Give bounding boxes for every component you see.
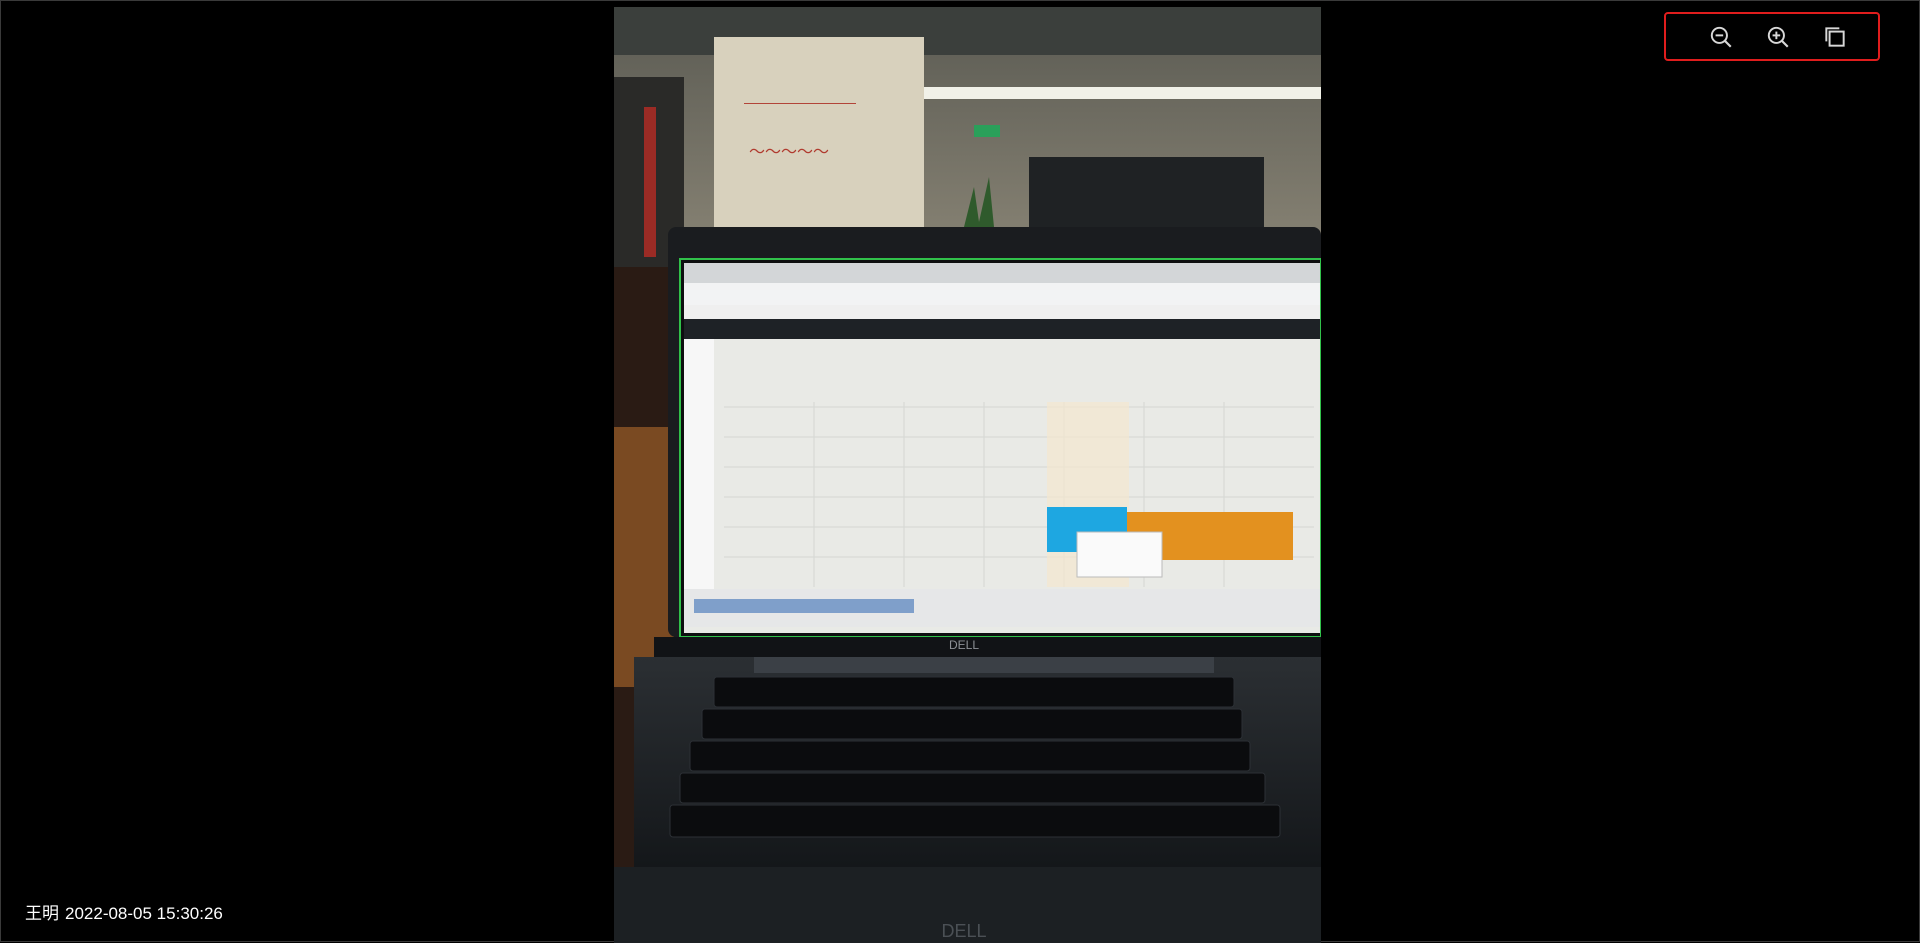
viewed-photo: ———————— ～～～～～ DELL DELL	[614, 7, 1321, 943]
svg-text:————————: ————————	[744, 94, 856, 110]
photo-caption: 王明 2022-08-05 15:30:26	[25, 899, 229, 924]
zoom-out-button[interactable]	[1704, 20, 1738, 54]
photo-laptop-illustration: ———————— ～～～～～ DELL DELL	[614, 7, 1321, 943]
svg-text:DELL: DELL	[941, 921, 986, 941]
close-button[interactable]	[1839, 20, 1873, 54]
zoom-out-icon	[1710, 26, 1732, 48]
zoom-in-icon	[1767, 26, 1789, 48]
svg-text:DELL: DELL	[949, 638, 979, 652]
caption-timestamp: 2022-08-05 15:30:26	[65, 904, 223, 923]
svg-text:～～～～～: ～～～～～	[749, 144, 829, 161]
caption-author: 王明	[25, 904, 59, 923]
zoom-in-button[interactable]	[1761, 20, 1795, 54]
viewer-toolbar	[1664, 12, 1880, 61]
